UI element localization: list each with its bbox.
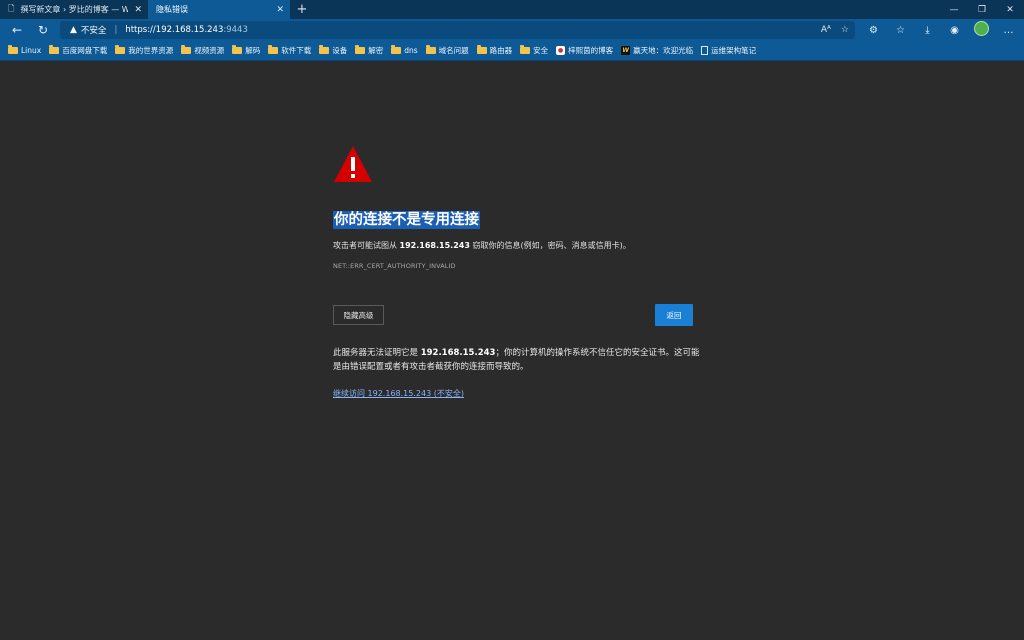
- error-details: 此服务器无法证明它是 192.168.15.243；你的计算机的操作系统不信任它…: [333, 348, 700, 372]
- folder-icon: [425, 45, 436, 54]
- minimize-icon[interactable]: —: [940, 0, 968, 19]
- folder-icon: [391, 45, 402, 54]
- bookmark-minecraft[interactable]: 我的世界资源: [115, 45, 173, 56]
- bookmark-devices[interactable]: 设备: [319, 45, 347, 56]
- bookmark-label: 软件下载: [281, 46, 312, 55]
- tab-label: 隐私错误: [156, 5, 188, 14]
- bookmark-decode[interactable]: 解码: [232, 45, 260, 56]
- close-icon[interactable]: ✕: [134, 5, 142, 15]
- bookmark-dns[interactable]: dns: [391, 45, 418, 55]
- bookmark-software[interactable]: 软件下载: [268, 45, 311, 56]
- error-description: 攻击者可能试图从 192.168.15.243 窃取你的信息(例如，密码、消息或…: [333, 241, 631, 250]
- security-label[interactable]: 不安全: [81, 24, 107, 36]
- bookmark-label: 赢天地：欢迎光临: [633, 46, 694, 55]
- bookmark-domain[interactable]: 域名问题: [425, 45, 469, 56]
- error-code: NET::ERR_CERT_AUTHORITY_INVALID: [333, 262, 456, 270]
- downloads-icon[interactable]: ⤓: [914, 25, 941, 36]
- proceed-unsafe-link[interactable]: 继续访问 192.168.15.243 (不安全): [333, 388, 464, 399]
- warning-triangle-icon: [334, 146, 372, 182]
- bookmark-blog[interactable]: ● 梓熙茵的博客: [556, 45, 613, 56]
- more-menu-icon[interactable]: …: [995, 25, 1022, 36]
- bookmark-label: 设备: [332, 46, 348, 55]
- bookmark-ops-notes[interactable]: 运维架构笔记: [701, 45, 756, 56]
- read-aloud-icon[interactable]: Aᴬ: [821, 25, 831, 35]
- folder-icon: [268, 45, 279, 54]
- divider: |: [114, 25, 118, 35]
- extensions-icon[interactable]: ⚙: [860, 25, 887, 36]
- page-icon: 🗋: [8, 3, 15, 13]
- toolbar-buttons: ⚙ ☆ ⤓ ◉ …: [860, 19, 1022, 41]
- site-favicon-icon: ●: [556, 46, 566, 55]
- bookmark-label: 我的世界资源: [128, 46, 174, 55]
- folder-icon: [520, 45, 531, 54]
- refresh-icon[interactable]: ↻: [32, 19, 54, 41]
- bookmark-label: 域名问题: [438, 46, 469, 55]
- tab-privacy-error[interactable]: 隐私错误 ✕: [148, 0, 290, 19]
- url-host: https://192.168.15.243: [125, 25, 224, 35]
- tab-label: 撰写新文章 › 罗比的博客 — Wor: [20, 5, 129, 14]
- bookmark-label: 运维架构笔记: [711, 46, 757, 55]
- url-port: :9443: [223, 25, 248, 35]
- close-window-icon[interactable]: ✕: [996, 0, 1024, 19]
- hide-advanced-button[interactable]: 隐藏高级: [333, 305, 384, 325]
- bookmark-label: 安全: [533, 46, 549, 55]
- tab-strip: 🗋 撰写新文章 › 罗比的博客 — Wor ✕ 隐私错误 ✕ + — ❐ ✕: [0, 0, 1024, 19]
- bookmark-baidu[interactable]: 百度网盘下载: [49, 45, 107, 56]
- window-controls: — ❐ ✕: [940, 0, 1024, 19]
- page-title: 你的连接不是专用连接: [333, 211, 480, 229]
- folder-icon: [232, 45, 243, 54]
- close-icon[interactable]: ✕: [276, 5, 284, 15]
- bookmark-yingtiandi[interactable]: W 赢天地：欢迎光临: [621, 45, 693, 56]
- bookmark-linux[interactable]: Linux: [8, 45, 42, 55]
- bookmark-label: 百度网盘下载: [62, 46, 108, 55]
- page-icon: [701, 46, 709, 55]
- address-actions: Aᴬ ☆: [821, 21, 849, 39]
- favorites-icon[interactable]: ☆: [887, 25, 914, 36]
- folder-icon: [355, 45, 366, 54]
- bookmark-label: 解密: [368, 46, 384, 55]
- bookmark-label: 梓熙茵的博客: [568, 46, 614, 55]
- address-bar[interactable]: ▲ 不安全 | https://192.168.15.243:9443 Aᴬ ☆: [60, 21, 855, 39]
- bookmarks-bar: Linux 百度网盘下载 我的世界资源 视频资源 解码 软件下载 设备 解密 d…: [0, 41, 1024, 61]
- back-button[interactable]: 返回: [655, 304, 693, 326]
- bookmark-video[interactable]: 视频资源: [181, 45, 224, 56]
- folder-icon: [8, 45, 18, 54]
- new-tab-button[interactable]: +: [290, 0, 314, 19]
- bookmark-label: dns: [404, 46, 418, 55]
- folder-icon: [49, 45, 60, 54]
- edge-icon[interactable]: ◉: [941, 25, 968, 36]
- navigation-bar: ← ↻ ▲ 不安全 | https://192.168.15.243:9443 …: [0, 19, 1024, 41]
- restore-icon[interactable]: ❐: [968, 0, 996, 19]
- bookmark-label: 视频资源: [194, 46, 225, 55]
- warning-triangle-icon[interactable]: ▲: [70, 25, 77, 35]
- bookmark-label: 解码: [245, 46, 261, 55]
- error-page: 你的连接不是专用连接 攻击者可能试图从 192.168.15.243 窃取你的信…: [0, 61, 1024, 640]
- bookmark-label: Linux: [21, 46, 42, 55]
- bookmark-decrypt[interactable]: 解密: [355, 45, 383, 56]
- folder-icon: [319, 45, 330, 54]
- bookmark-label: 路由器: [489, 46, 513, 55]
- back-arrow-icon[interactable]: ←: [6, 19, 28, 41]
- tab-write-post[interactable]: 🗋 撰写新文章 › 罗比的博客 — Wor ✕: [0, 0, 148, 19]
- folder-icon: [115, 45, 126, 54]
- folder-icon: [181, 45, 192, 54]
- bookmark-security[interactable]: 安全: [520, 45, 548, 56]
- bookmark-router[interactable]: 路由器: [476, 45, 513, 56]
- site-favicon-icon: W: [621, 46, 631, 55]
- add-favorite-icon[interactable]: ☆: [841, 25, 849, 35]
- folder-icon: [476, 45, 487, 54]
- profile-avatar[interactable]: [968, 21, 995, 39]
